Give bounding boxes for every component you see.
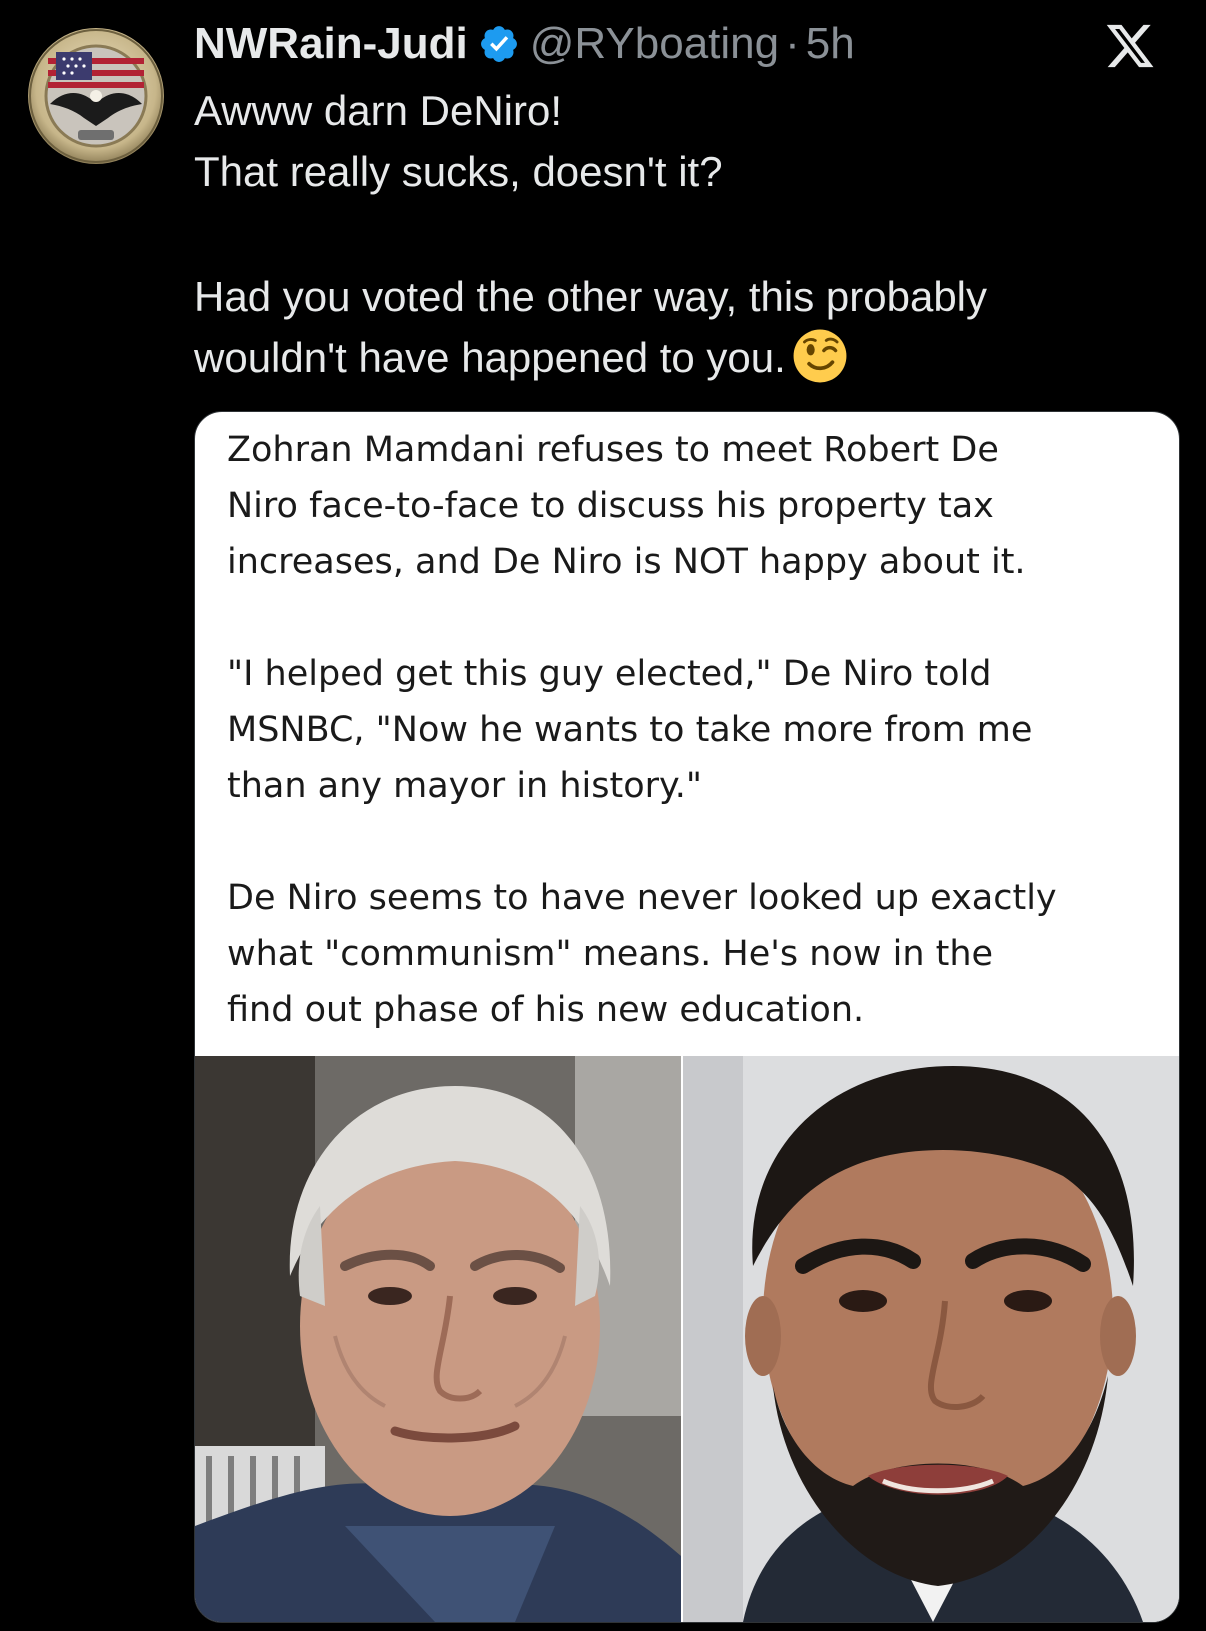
tweet-line: That really sucks, doesn't it? [194, 148, 723, 195]
avatar[interactable] [26, 26, 166, 166]
media-card[interactable]: Zohran Mamdani refuses to meet Robert De… [194, 411, 1180, 1623]
older-man-gray-hair-photo [195, 1056, 681, 1622]
display-name[interactable]: NWRain-Judi [194, 19, 468, 69]
embedded-line: MSNBC, "Now he wants to take more from m… [227, 710, 1033, 750]
tweet-line: wouldn't have happened to you. [194, 334, 786, 381]
winking-face-emoji-icon [792, 328, 848, 384]
eagle-flag-coin-avatar-icon [28, 28, 164, 164]
embedded-line: find out phase of his new education. [227, 990, 865, 1030]
tweet-text: Awww darn DeNiro! That really sucks, doe… [194, 80, 1154, 388]
embedded-line: increases, and De Niro is NOT happy abou… [227, 542, 1026, 582]
embedded-blank-line [227, 590, 1157, 646]
tweet-line-with-emoji: wouldn't have happened to you. [194, 327, 1154, 388]
embedded-line: Zohran Mamdani refuses to meet Robert De [227, 430, 999, 470]
x-logo-icon[interactable] [1104, 20, 1156, 72]
embedded-line: "I helped get this guy elected," De Niro… [227, 654, 992, 694]
timestamp[interactable]: 5h [806, 19, 855, 69]
tweet-header: NWRain-Judi @RYboating · 5h [194, 14, 855, 74]
bearded-man-photo [683, 1056, 1179, 1622]
user-handle[interactable]: @RYboating [530, 19, 779, 69]
embedded-line: than any mayor in history." [227, 766, 702, 806]
embedded-line: De Niro seems to have never looked up ex… [227, 878, 1057, 918]
verified-badge-icon [478, 23, 520, 65]
tweet-line: Awww darn DeNiro! [194, 87, 563, 134]
tweet-line: Had you voted the other way, this probab… [194, 273, 988, 320]
embedded-text-image: Zohran Mamdani refuses to meet Robert De… [227, 422, 1157, 1038]
embedded-line: what "communism" means. He's now in the [227, 934, 994, 974]
embedded-line: Niro face-to-face to discuss his propert… [227, 486, 994, 526]
embedded-blank-line [227, 814, 1157, 870]
separator-dot: · [785, 19, 800, 68]
